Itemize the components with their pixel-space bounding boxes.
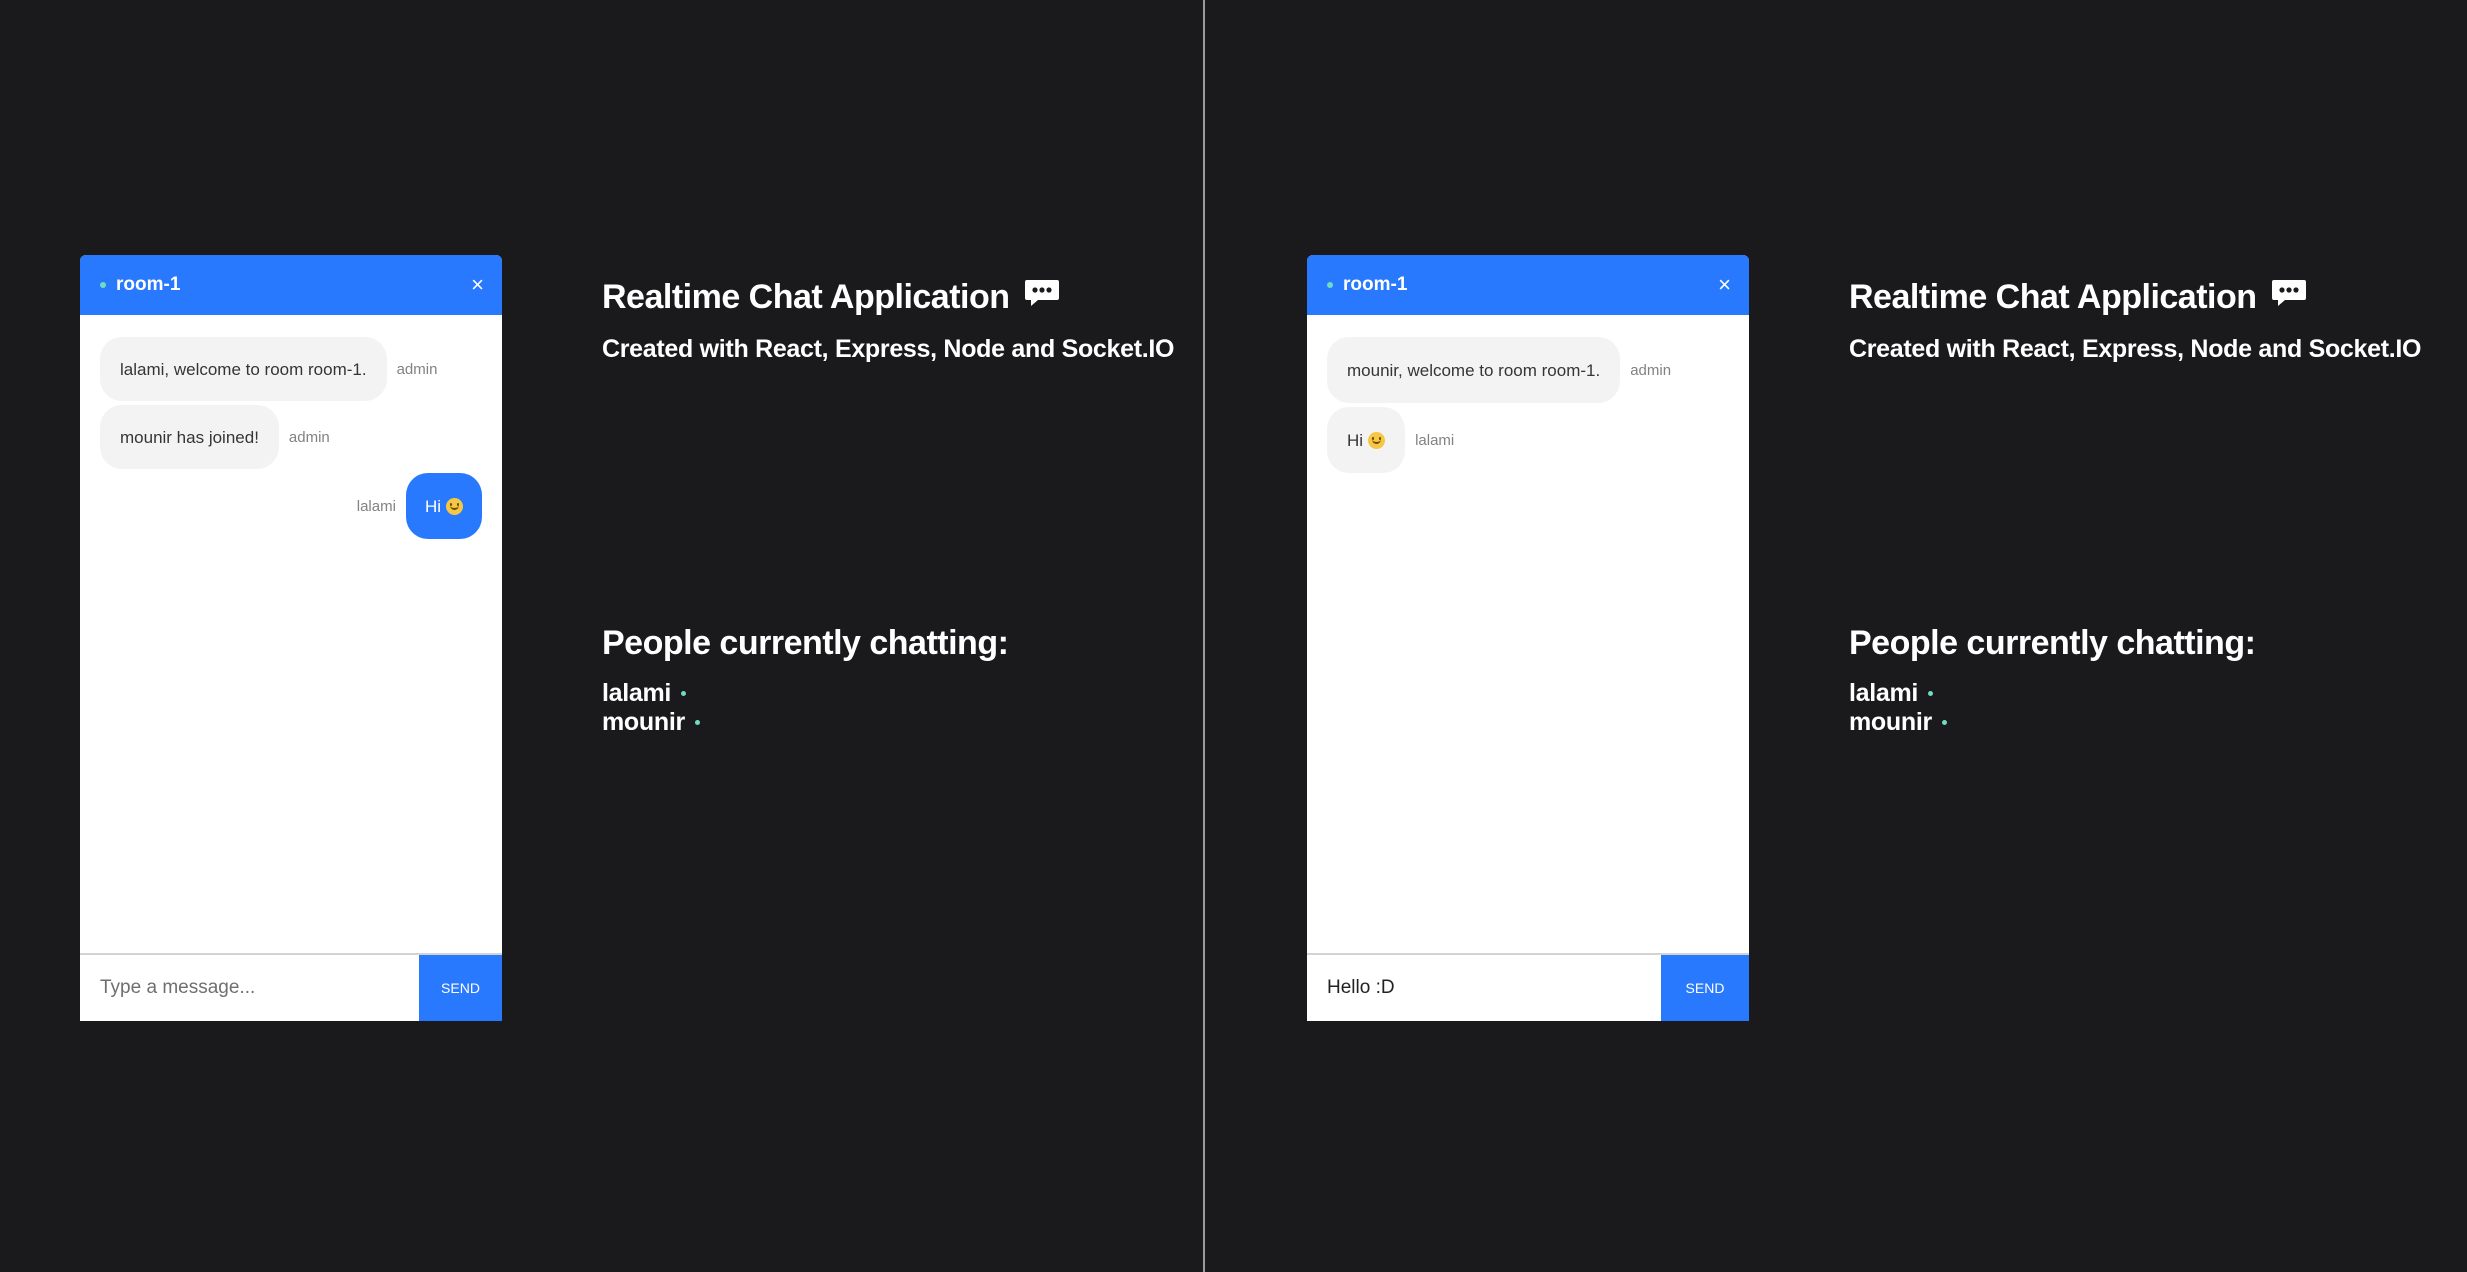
person-item: lalami xyxy=(602,679,1008,708)
message-input[interactable] xyxy=(1307,955,1661,1021)
message-text: mounir has joined! xyxy=(120,427,259,447)
person-item: lalami xyxy=(1849,679,2255,708)
message-sender: admin xyxy=(1630,361,1672,379)
message-sender: admin xyxy=(288,428,330,446)
people-panel: People currently chatting: lalami mounir xyxy=(602,624,1009,737)
people-panel: People currently chatting: lalami mounir xyxy=(1849,624,2256,737)
smiley-emoji-icon xyxy=(1368,431,1386,449)
message-row: lalami Hi xyxy=(100,473,482,539)
message-sender: lalami xyxy=(1415,431,1455,449)
online-dot-icon xyxy=(681,691,687,696)
room-name: room-1 xyxy=(1343,274,1408,295)
send-button[interactable]: SEND xyxy=(1661,955,1749,1021)
message-input-bar: SEND xyxy=(80,953,502,1021)
app-subtitle: Created with React, Express, Node and So… xyxy=(602,335,1175,363)
message-bubble: lalami, welcome to room room-1. xyxy=(100,337,387,401)
person-name: lalami xyxy=(1849,679,1919,707)
app-title-text: Realtime Chat Application xyxy=(1849,278,2257,316)
message-sender: admin xyxy=(396,360,438,378)
left-session-pane: room-1 × lalami, welcome to room room-1.… xyxy=(0,0,1203,1272)
message-input-bar: SEND xyxy=(1307,953,1749,1021)
message-list: lalami, welcome to room room-1. admin mo… xyxy=(80,315,502,955)
message-bubble: Hi xyxy=(405,473,482,539)
chat-window: room-1 × lalami, welcome to room room-1.… xyxy=(80,255,502,1021)
online-dot-icon xyxy=(694,720,700,725)
smiley-emoji-icon xyxy=(446,497,463,515)
chat-header: room-1 × xyxy=(80,255,502,315)
online-dot-icon xyxy=(1941,720,1947,725)
app-title-text: Realtime Chat Application xyxy=(602,278,1010,316)
speech-bubble-icon xyxy=(1024,278,1060,317)
online-dot-icon xyxy=(1327,282,1333,288)
person-name: mounir xyxy=(602,708,685,736)
message-sender: lalami xyxy=(356,497,396,515)
people-list: lalami mounir xyxy=(602,679,1008,737)
close-icon[interactable]: × xyxy=(471,272,502,298)
close-icon[interactable]: × xyxy=(1718,272,1749,298)
message-input[interactable] xyxy=(80,955,419,1021)
message-bubble: Hi xyxy=(1327,407,1406,473)
right-session-pane: room-1 × mounir, welcome to room room-1.… xyxy=(1205,0,2467,1272)
people-list: lalami mounir xyxy=(1849,679,2255,737)
message-row: mounir has joined! admin xyxy=(100,405,482,469)
message-list: mounir, welcome to room room-1. admin Hi… xyxy=(1307,315,1749,955)
chat-window: room-1 × mounir, welcome to room room-1.… xyxy=(1307,255,1749,1021)
message-text: lalami, welcome to room room-1. xyxy=(120,359,367,379)
message-text: Hi xyxy=(1347,430,1364,450)
info-panel: Realtime Chat Application Created with R… xyxy=(1849,278,2422,364)
person-item: mounir xyxy=(602,708,1008,737)
message-bubble: mounir, welcome to room room-1. xyxy=(1327,337,1621,403)
room-indicator: room-1 xyxy=(80,274,180,296)
people-title: People currently chatting: xyxy=(602,624,1009,662)
online-dot-icon xyxy=(1928,691,1934,696)
message-bubble: mounir has joined! xyxy=(100,405,279,469)
message-text: Hi xyxy=(424,496,441,516)
app-title: Realtime Chat Application xyxy=(1849,278,2421,317)
people-title: People currently chatting: xyxy=(1849,624,2256,662)
message-row: lalami, welcome to room room-1. admin xyxy=(100,337,482,401)
speech-bubble-icon xyxy=(2271,278,2307,317)
room-indicator: room-1 xyxy=(1307,274,1407,296)
app-subtitle: Created with React, Express, Node and So… xyxy=(1849,335,2422,363)
chat-header: room-1 × xyxy=(1307,255,1749,315)
send-button[interactable]: SEND xyxy=(419,955,502,1021)
message-row: mounir, welcome to room room-1. admin xyxy=(1327,337,1729,403)
person-item: mounir xyxy=(1849,708,2255,737)
room-name: room-1 xyxy=(116,274,181,295)
info-panel: Realtime Chat Application Created with R… xyxy=(602,278,1175,364)
online-dot-icon xyxy=(100,282,106,288)
message-text: mounir, welcome to room room-1. xyxy=(1347,360,1601,380)
message-row: Hi lalami xyxy=(1327,407,1729,473)
app-title: Realtime Chat Application xyxy=(602,278,1174,317)
person-name: lalami xyxy=(602,679,672,707)
person-name: mounir xyxy=(1849,708,1932,736)
